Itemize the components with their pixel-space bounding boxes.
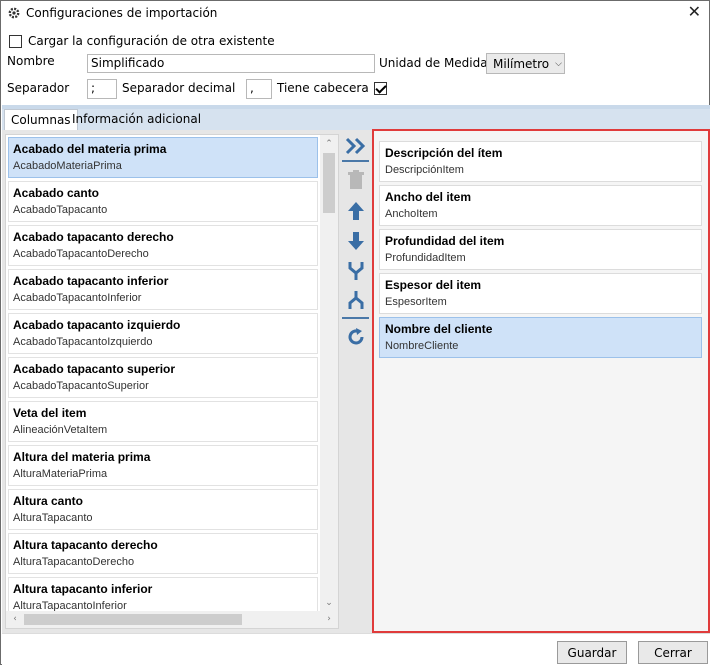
list-item-key: AcabadoTapacantoIzquierdo [13, 336, 153, 348]
list-item-key: AlineaciónVetaItem [13, 424, 108, 436]
toolbar-separator [342, 317, 369, 319]
list-item-title: Acabado canto [13, 186, 100, 200]
list-item[interactable]: Ancho del item AnchoItem [379, 185, 702, 226]
list-item-title: Altura tapacanto derecho [13, 538, 158, 552]
scrollbar-thumb[interactable] [24, 614, 242, 625]
delete-icon[interactable] [344, 168, 368, 192]
list-item[interactable]: Profundidad del item ProfundidadItem [379, 229, 702, 270]
list-item[interactable]: Acabado tapacanto superior AcabadoTapacan… [8, 357, 318, 398]
list-item[interactable]: Acabado tapacanto derecho AcabadoTapacant… [8, 225, 318, 266]
unit-row: Unidad de Medida : [379, 56, 495, 70]
available-columns-list[interactable]: Acabado del materia prima AcabadoMateriaP… [5, 134, 339, 629]
list-item[interactable]: Espesor del item EspesorItem [379, 273, 702, 314]
list-item-title: Altura tapacanto inferior [13, 582, 153, 596]
separator-input[interactable]: ; [87, 79, 117, 99]
unit-select-value: Milímetro [493, 56, 550, 71]
name-input[interactable]: Simplificado [87, 54, 375, 73]
move-down-icon[interactable] [344, 229, 368, 253]
list-item[interactable]: Altura canto AlturaTapacanto [8, 489, 318, 530]
dialog-footer: Guardar Cerrar [2, 633, 710, 665]
decimal-separator-label: Separador decimal [122, 81, 236, 95]
chevron-down-icon: ⌵ [555, 58, 562, 69]
list-item-title: Altura canto [13, 494, 84, 508]
list-item-title: Acabado tapacanto derecho [13, 230, 174, 244]
list-item[interactable]: Descripción del ítem DescripciónItem [379, 141, 702, 182]
list-item-key: AcabadoTapacantoInferior [13, 292, 142, 304]
list-item-title: Nombre del cliente [385, 322, 493, 336]
unit-select[interactable]: Milímetro ⌵ [486, 53, 565, 74]
horizontal-scrollbar[interactable]: ‹ › [6, 611, 338, 628]
scroll-down-icon[interactable]: ⌄ [323, 597, 335, 609]
list-item-title: Acabado del materia prima [13, 142, 167, 156]
list-item-key: EspesorItem [385, 296, 447, 308]
separator-label-wrap: Separador [7, 81, 69, 95]
split-icon[interactable] [344, 288, 368, 312]
list-item[interactable]: Acabado del materia prima AcabadoMateriaP… [8, 137, 318, 178]
list-item-key: AcabadoTapacanto [13, 204, 108, 216]
has-header-checkbox[interactable] [373, 81, 387, 95]
list-item-title: Ancho del item [385, 190, 472, 204]
has-header-row: Tiene cabecera [277, 81, 387, 95]
selected-columns-list[interactable]: Descripción del ítem DescripciónItem Ancho… [372, 129, 710, 633]
list-item-key: NombreCliente [385, 340, 459, 352]
scrollbar-thumb[interactable] [323, 153, 335, 213]
list-item[interactable]: Nombre del cliente NombreCliente [379, 317, 702, 358]
scroll-right-icon[interactable]: › [323, 613, 335, 625]
list-item-title: Acabado tapacanto inferior [13, 274, 169, 288]
list-item-key: AnchoItem [385, 208, 438, 220]
title-bar: Configuraciones de importación ✕ [1, 1, 709, 25]
list-item-title: Profundidad del item [385, 234, 505, 248]
save-button[interactable]: Guardar [557, 641, 627, 664]
window-title: Configuraciones de importación [26, 6, 218, 20]
list-item-key: ProfundidadItem [385, 252, 466, 264]
name-row: Nombre [7, 54, 55, 68]
list-item[interactable]: Altura tapacanto derecho AlturaTapacantoD… [8, 533, 318, 574]
list-item-title: Altura del materia prima [13, 450, 151, 464]
list-item-key: AcabadoTapacantoSuperior [13, 380, 149, 392]
list-item-key: AlturaTapacanto [13, 512, 93, 524]
close-button[interactable]: Cerrar [638, 641, 708, 664]
toolbar-separator [342, 160, 369, 162]
has-header-label: Tiene cabecera [277, 81, 369, 95]
list-item-title: Espesor del item [385, 278, 482, 292]
merge-icon[interactable] [344, 259, 368, 283]
tab-strip: Columnas Información adicional [2, 109, 710, 131]
list-item-key: AlturaMateriaPrima [13, 468, 108, 480]
list-item[interactable]: Veta del item AlineaciónVetaItem [8, 401, 318, 442]
gear-icon [7, 6, 21, 20]
load-existing-checkbox[interactable] [9, 34, 22, 48]
scroll-left-icon[interactable]: ‹ [9, 613, 21, 625]
list-item-title: Acabado tapacanto izquierdo [13, 318, 181, 332]
decimal-separator-label-wrap: Separador decimal [122, 81, 235, 95]
column-toolbar [342, 134, 369, 354]
list-item-title: Descripción del ítem [385, 146, 503, 160]
import-settings-dialog: Configuraciones de importación ✕ Cargar … [0, 0, 710, 665]
tab-additional-info[interactable]: Información adicional [66, 109, 207, 131]
name-label: Nombre [7, 54, 55, 68]
add-all-icon[interactable] [344, 134, 368, 158]
list-item-key: AlturaTapacantoDerecho [13, 556, 135, 568]
vertical-scrollbar[interactable]: ⌃ ⌄ [320, 135, 338, 613]
list-item-key: DescripciónItem [385, 164, 464, 176]
unit-label: Unidad de Medida : [379, 56, 496, 70]
list-item-title: Veta del item [13, 406, 87, 420]
move-up-icon[interactable] [344, 199, 368, 223]
list-item[interactable]: Acabado canto AcabadoTapacanto [8, 181, 318, 222]
list-item-key: AcabadoTapacantoDerecho [13, 248, 149, 260]
list-item[interactable]: Acabado tapacanto inferior AcabadoTapacan… [8, 269, 318, 310]
load-existing-label: Cargar la configuración de otra existent… [28, 34, 275, 48]
separator-label: Separador [7, 81, 70, 95]
close-icon[interactable]: ✕ [688, 4, 701, 20]
list-item-key: AcabadoMateriaPrima [13, 160, 122, 172]
refresh-icon[interactable] [344, 325, 368, 349]
list-item-title: Acabado tapacanto superior [13, 362, 176, 376]
scroll-up-icon[interactable]: ⌃ [323, 138, 335, 150]
decimal-separator-input[interactable]: , [246, 79, 272, 99]
list-item[interactable]: Altura del materia prima AlturaMateriaPri… [8, 445, 318, 486]
load-existing-row: Cargar la configuración de otra existent… [9, 34, 275, 48]
list-item[interactable]: Acabado tapacanto izquierdo AcabadoTapaca… [8, 313, 318, 354]
